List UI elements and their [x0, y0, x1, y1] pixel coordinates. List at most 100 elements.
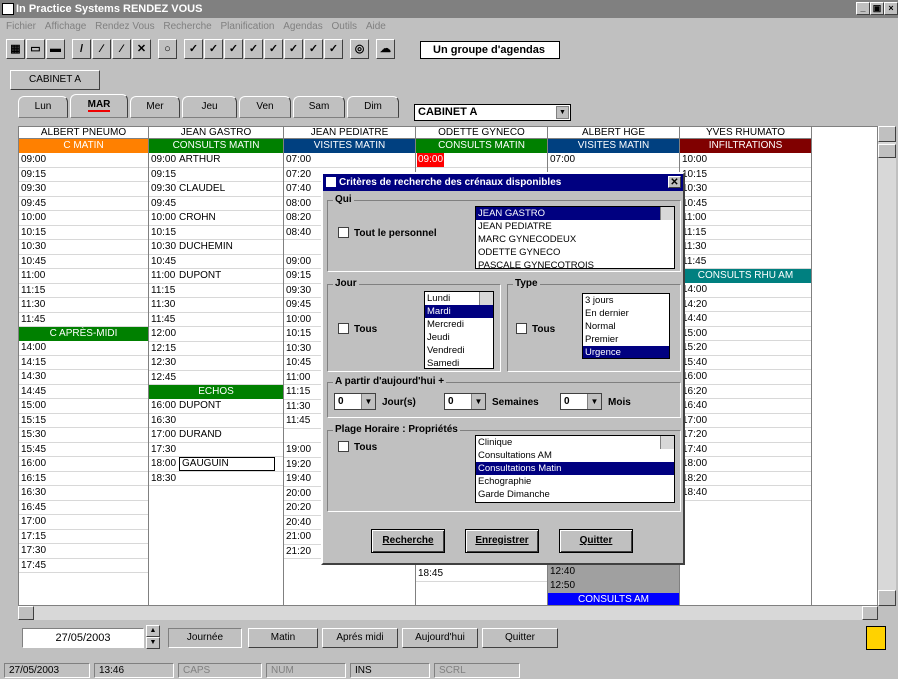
time-slot[interactable]: 17:40 [680, 443, 811, 457]
edit-icon[interactable]: ∕ [92, 39, 111, 59]
chevron-down-icon[interactable]: ▼ [587, 394, 601, 409]
time-slot[interactable]: 14:00 [19, 341, 148, 356]
list-item[interactable]: Urgence [583, 346, 669, 358]
time-slot[interactable]: 11:30 [149, 298, 283, 313]
time-slot[interactable]: 15:45 [19, 443, 148, 457]
time-slot[interactable]: 11:00 DUPONT [149, 269, 283, 284]
time-slot[interactable]: 14:30 [19, 370, 148, 385]
time-slot[interactable]: 09:30 CLAUDEL [149, 182, 283, 197]
check-8-icon[interactable]: ✓ [324, 39, 343, 59]
menu-agendas[interactable]: Agendas [283, 21, 322, 32]
patient-name[interactable]: CLAUDEL [179, 182, 225, 196]
scroll-left-icon[interactable] [18, 606, 34, 620]
dialog-close-icon[interactable]: ✕ [668, 176, 681, 188]
list-item[interactable]: Mercredi [425, 318, 493, 331]
list-item[interactable]: Vendredi [425, 344, 493, 357]
time-slot[interactable]: 17:45 [19, 559, 148, 573]
minimize-button[interactable]: _ [856, 2, 870, 15]
patient-name[interactable]: ARTHUR [179, 153, 220, 167]
jour-tous-checkbox[interactable]: Tous [338, 323, 377, 335]
time-slot[interactable]: 09:15 [149, 167, 283, 182]
mois-select[interactable]: 0 ▼ [560, 393, 602, 410]
time-slot[interactable]: 11:15 [149, 284, 283, 298]
time-slot[interactable]: 10:45 [149, 255, 283, 269]
plage-listbox[interactable]: Clinique Consultations AM Consultations Ma… [475, 435, 675, 503]
time-slot[interactable]: 16:45 [19, 501, 148, 515]
plage-tous-checkbox[interactable]: Tous [338, 441, 377, 453]
time-slot[interactable]: 07:00 [284, 153, 415, 168]
chevron-down-icon[interactable]: ▼ [471, 394, 485, 409]
time-slot[interactable]: 16:30 [149, 414, 283, 428]
time-slot[interactable]: 18:00 GAUGUIN [149, 457, 283, 472]
menu-aide[interactable]: Aide [366, 21, 386, 32]
list-item[interactable]: Premier [583, 333, 669, 346]
time-slot[interactable]: 15:00 [680, 327, 811, 341]
scroll-down-icon[interactable] [878, 590, 896, 606]
time-slot[interactable]: 17:15 [19, 530, 148, 544]
patient-name[interactable]: CROHN [179, 211, 216, 225]
list-item[interactable]: MARC GYNECODEUX [476, 233, 674, 246]
check-5-icon[interactable]: ✓ [264, 39, 283, 59]
check-1-icon[interactable]: ✓ [184, 39, 203, 59]
time-slot[interactable]: 09:00 [19, 153, 148, 168]
menu-fichier[interactable]: Fichier [6, 21, 36, 32]
agenda-group-label[interactable]: Un groupe d'agendas [420, 41, 560, 59]
cabinet-select[interactable]: CABINET A ▼ [414, 104, 571, 121]
time-slot[interactable]: 11:00 [19, 269, 148, 284]
time-slot[interactable]: 11:15 [19, 284, 148, 298]
list-item[interactable]: Garde Dimanche [476, 488, 674, 501]
list-item[interactable]: 3 jours [583, 294, 669, 307]
check-7-icon[interactable]: ✓ [304, 39, 323, 59]
list-item[interactable]: Samedi [425, 357, 493, 368]
menu-recherche[interactable]: Recherche [163, 21, 211, 32]
scroll-up-icon[interactable] [878, 126, 896, 142]
close-button[interactable]: × [884, 2, 898, 15]
time-slot[interactable]: 12:40 [548, 565, 679, 580]
time-slot[interactable]: 15:40 [680, 356, 811, 370]
list-item[interactable]: Jeudi [425, 331, 493, 344]
check-2-icon[interactable]: ✓ [204, 39, 223, 59]
time-slot[interactable]: 14:45 [19, 385, 148, 399]
time-slot[interactable]: 11:15 [680, 226, 811, 240]
tab-lun[interactable]: Lun [18, 96, 68, 118]
time-slot[interactable]: 12:45 [149, 371, 283, 385]
month-view-icon[interactable]: ▬ [46, 39, 65, 59]
type-tous-checkbox[interactable]: Tous [516, 323, 555, 335]
jours-select[interactable]: 0 ▼ [334, 393, 376, 410]
matin-button[interactable]: Matin [248, 628, 318, 648]
time-slot[interactable]: 12:00 [149, 327, 283, 342]
time-slot[interactable]: 11:45 [680, 255, 811, 269]
list-item[interactable]: En dernier [583, 307, 669, 320]
time-slot[interactable]: 09:45 [19, 197, 148, 211]
time-slot[interactable]: 09:45 [149, 197, 283, 211]
time-slot[interactable]: 17:30 [149, 443, 283, 457]
time-slot[interactable]: 18:30 [149, 472, 283, 486]
time-slot[interactable]: 15:15 [19, 414, 148, 428]
quitter-button[interactable]: Quitter [482, 628, 558, 648]
list-item[interactable]: ODETTE GYNECO [476, 246, 674, 259]
personnel-listbox[interactable]: JEAN GASTRO JEAN PEDIATRE MARC GYNECODEUX O… [475, 206, 675, 269]
edit-note-icon[interactable]: ⁄ [112, 39, 131, 59]
time-slot[interactable]: 11:45 [149, 313, 283, 327]
time-slot[interactable]: 10:00 [680, 153, 811, 168]
time-slot[interactable]: 18:20 [680, 472, 811, 486]
time-slot[interactable]: 16:00 [19, 457, 148, 472]
time-slot[interactable]: 10:30 [19, 240, 148, 255]
time-slot[interactable]: 12:15 [149, 342, 283, 356]
list-item[interactable]: Echographie [476, 475, 674, 488]
semaines-select[interactable]: 0 ▼ [444, 393, 486, 410]
chevron-down-icon[interactable]: ▼ [556, 106, 569, 119]
enregistrer-button[interactable]: Enregistrer [465, 529, 539, 553]
journee-button[interactable]: Journée [168, 628, 242, 648]
time-slot[interactable]: 12:50 [548, 579, 679, 594]
patient-name[interactable]: DUCHEMIN [179, 240, 233, 254]
time-slot[interactable]: 10:15 [19, 226, 148, 240]
cabinet-tab[interactable]: CABINET A [10, 70, 100, 90]
list-item[interactable]: PASCALE GYNECOTROIS [476, 259, 674, 268]
time-slot[interactable]: 15:20 [680, 341, 811, 356]
chevron-down-icon[interactable]: ▼ [361, 394, 375, 409]
time-slot[interactable]: 14:15 [19, 356, 148, 370]
vertical-scrollbar[interactable] [878, 126, 896, 606]
time-slot[interactable]: 10:15 [149, 226, 283, 240]
list-item[interactable]: JEAN GASTRO [476, 207, 674, 220]
